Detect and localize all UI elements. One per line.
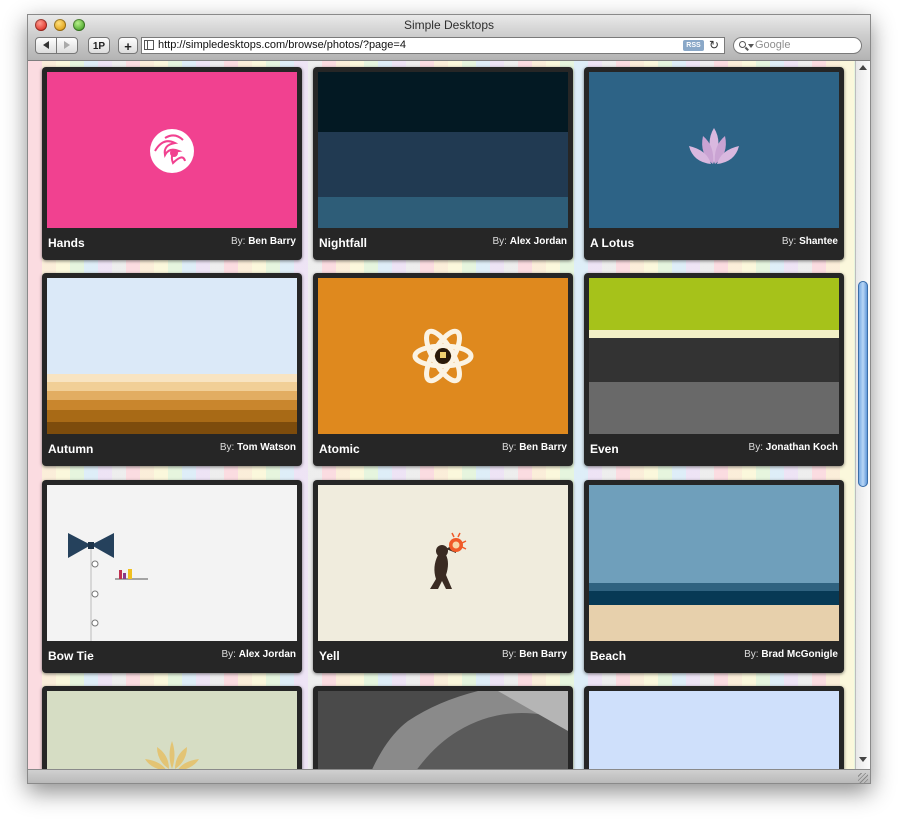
reload-icon[interactable]: ↻ bbox=[709, 38, 719, 53]
wallpaper-thumbnail[interactable] bbox=[47, 278, 297, 434]
back-arrow-icon bbox=[43, 41, 49, 50]
atom-icon bbox=[412, 328, 474, 384]
wallpaper-author: By: Brad McGonigle bbox=[744, 649, 838, 660]
wallpaper-title[interactable]: Even bbox=[590, 442, 619, 456]
wallpaper-author: By: Ben Barry bbox=[230, 236, 296, 247]
add-bookmark-button[interactable]: + bbox=[118, 37, 138, 54]
onepassword-button[interactable]: 1P bbox=[88, 37, 110, 54]
wallpaper-thumbnail[interactable] bbox=[318, 485, 568, 641]
author-link[interactable]: Brad McGonigle bbox=[761, 649, 838, 660]
page-content: Hands By: Ben Barry Nightfall By: Alex J… bbox=[28, 61, 855, 769]
wallpaper-thumbnail[interactable] bbox=[47, 691, 297, 769]
wallpaper-title[interactable]: A Lotus bbox=[590, 236, 634, 250]
wallpaper-thumbnail[interactable] bbox=[318, 691, 568, 769]
vertical-scrollbar[interactable] bbox=[855, 61, 870, 769]
wallpaper-thumbnail[interactable] bbox=[589, 485, 839, 641]
wallpaper-title[interactable]: Bow Tie bbox=[48, 649, 94, 663]
status-bar bbox=[28, 769, 870, 783]
author-link[interactable]: Shantee bbox=[799, 236, 838, 247]
scroll-down-arrow-icon[interactable] bbox=[859, 757, 867, 762]
author-link[interactable]: Alex Jordan bbox=[510, 236, 567, 247]
url-text: http://simpledesktops.com/browse/photos/… bbox=[158, 39, 406, 51]
wallpaper-thumbnail[interactable] bbox=[47, 485, 297, 641]
wallpaper-thumbnail[interactable] bbox=[589, 278, 839, 434]
wallpaper-card-hands[interactable]: Hands By: Ben Barry bbox=[42, 67, 302, 260]
wallpaper-title[interactable]: Atomic bbox=[319, 442, 360, 456]
author-link[interactable]: Tom Watson bbox=[237, 442, 296, 453]
wallpaper-card-partial[interactable] bbox=[584, 686, 844, 769]
rss-button[interactable]: RSS bbox=[683, 40, 704, 51]
wallpaper-title[interactable]: Hands bbox=[48, 236, 85, 250]
wallpaper-thumbnail[interactable] bbox=[318, 278, 568, 434]
wallpaper-title[interactable]: Nightfall bbox=[319, 236, 367, 250]
wallpaper-author: By: Ben Barry bbox=[501, 442, 567, 453]
wallpaper-author: By: Alex Jordan bbox=[221, 649, 296, 660]
page-icon bbox=[144, 40, 154, 50]
browser-window: Simple Desktops 1P + http://simpledeskto… bbox=[27, 14, 871, 784]
wallpaper-thumbnail[interactable] bbox=[47, 72, 297, 228]
lotus-icon bbox=[689, 128, 739, 164]
author-link[interactable]: Ben Barry bbox=[248, 236, 296, 247]
wallpaper-card-yell[interactable]: Yell By: Ben Barry bbox=[313, 480, 573, 673]
wallpaper-card-beach[interactable]: Beach By: Brad McGonigle bbox=[584, 480, 844, 673]
abstract-shapes bbox=[318, 691, 568, 769]
scroll-up-arrow-icon[interactable] bbox=[859, 65, 867, 70]
search-field[interactable]: Google bbox=[733, 37, 862, 54]
wallpaper-card-even[interactable]: Even By: Jonathan Koch bbox=[584, 273, 844, 466]
wallpaper-card-partial[interactable] bbox=[313, 686, 573, 769]
wallpaper-card-a-lotus[interactable]: A Lotus By: Shantee bbox=[584, 67, 844, 260]
wallpaper-thumbnail[interactable] bbox=[589, 72, 839, 228]
wallpaper-grid: Hands By: Ben Barry Nightfall By: Alex J… bbox=[28, 61, 855, 769]
wallpaper-title[interactable]: Beach bbox=[590, 649, 626, 663]
wallpaper-card-nightfall[interactable]: Nightfall By: Alex Jordan bbox=[313, 67, 573, 260]
forward-button[interactable] bbox=[56, 37, 78, 54]
window-title: Simple Desktops bbox=[403, 18, 495, 32]
title-bar: Simple Desktops bbox=[28, 15, 870, 34]
wallpaper-card-atomic[interactable]: Atomic By: Ben Barry bbox=[313, 273, 573, 466]
forward-arrow-icon bbox=[64, 41, 70, 50]
wallpaper-title[interactable]: Yell bbox=[319, 649, 340, 663]
wallpaper-author: By: Jonathan Koch bbox=[748, 442, 838, 453]
crane-emblem-icon bbox=[150, 129, 194, 173]
author-link[interactable]: Ben Barry bbox=[519, 442, 567, 453]
address-bar[interactable]: http://simpledesktops.com/browse/photos/… bbox=[141, 37, 725, 54]
bow-tie-icon bbox=[68, 533, 148, 641]
wallpaper-author: By: Ben Barry bbox=[501, 649, 567, 660]
wallpaper-author: By: Alex Jordan bbox=[492, 236, 567, 247]
wallpaper-author: By: Shantee bbox=[781, 236, 838, 247]
author-link[interactable]: Alex Jordan bbox=[239, 649, 296, 660]
wallpaper-card-autumn[interactable]: Autumn By: Tom Watson bbox=[42, 273, 302, 466]
yelling-man-icon bbox=[430, 532, 467, 589]
search-icon bbox=[739, 41, 746, 48]
back-button[interactable] bbox=[35, 37, 57, 54]
wallpaper-card-partial[interactable] bbox=[42, 686, 302, 769]
flower-icon bbox=[145, 741, 199, 769]
author-link[interactable]: Jonathan Koch bbox=[766, 442, 838, 453]
search-placeholder: Google bbox=[755, 39, 791, 51]
wallpaper-title[interactable]: Autumn bbox=[48, 442, 93, 456]
chevron-down-icon[interactable] bbox=[748, 44, 754, 48]
author-link[interactable]: Ben Barry bbox=[519, 649, 567, 660]
wallpaper-thumbnail[interactable] bbox=[589, 691, 839, 769]
wallpaper-thumbnail[interactable] bbox=[318, 72, 568, 228]
wallpaper-card-bow-tie[interactable]: Bow Tie By: Alex Jordan bbox=[42, 480, 302, 673]
wallpaper-author: By: Tom Watson bbox=[219, 442, 296, 453]
scrollbar-thumb[interactable] bbox=[858, 281, 868, 487]
browser-toolbar: 1P + http://simpledesktops.com/browse/ph… bbox=[28, 34, 870, 61]
resize-grip-icon[interactable] bbox=[858, 773, 868, 783]
